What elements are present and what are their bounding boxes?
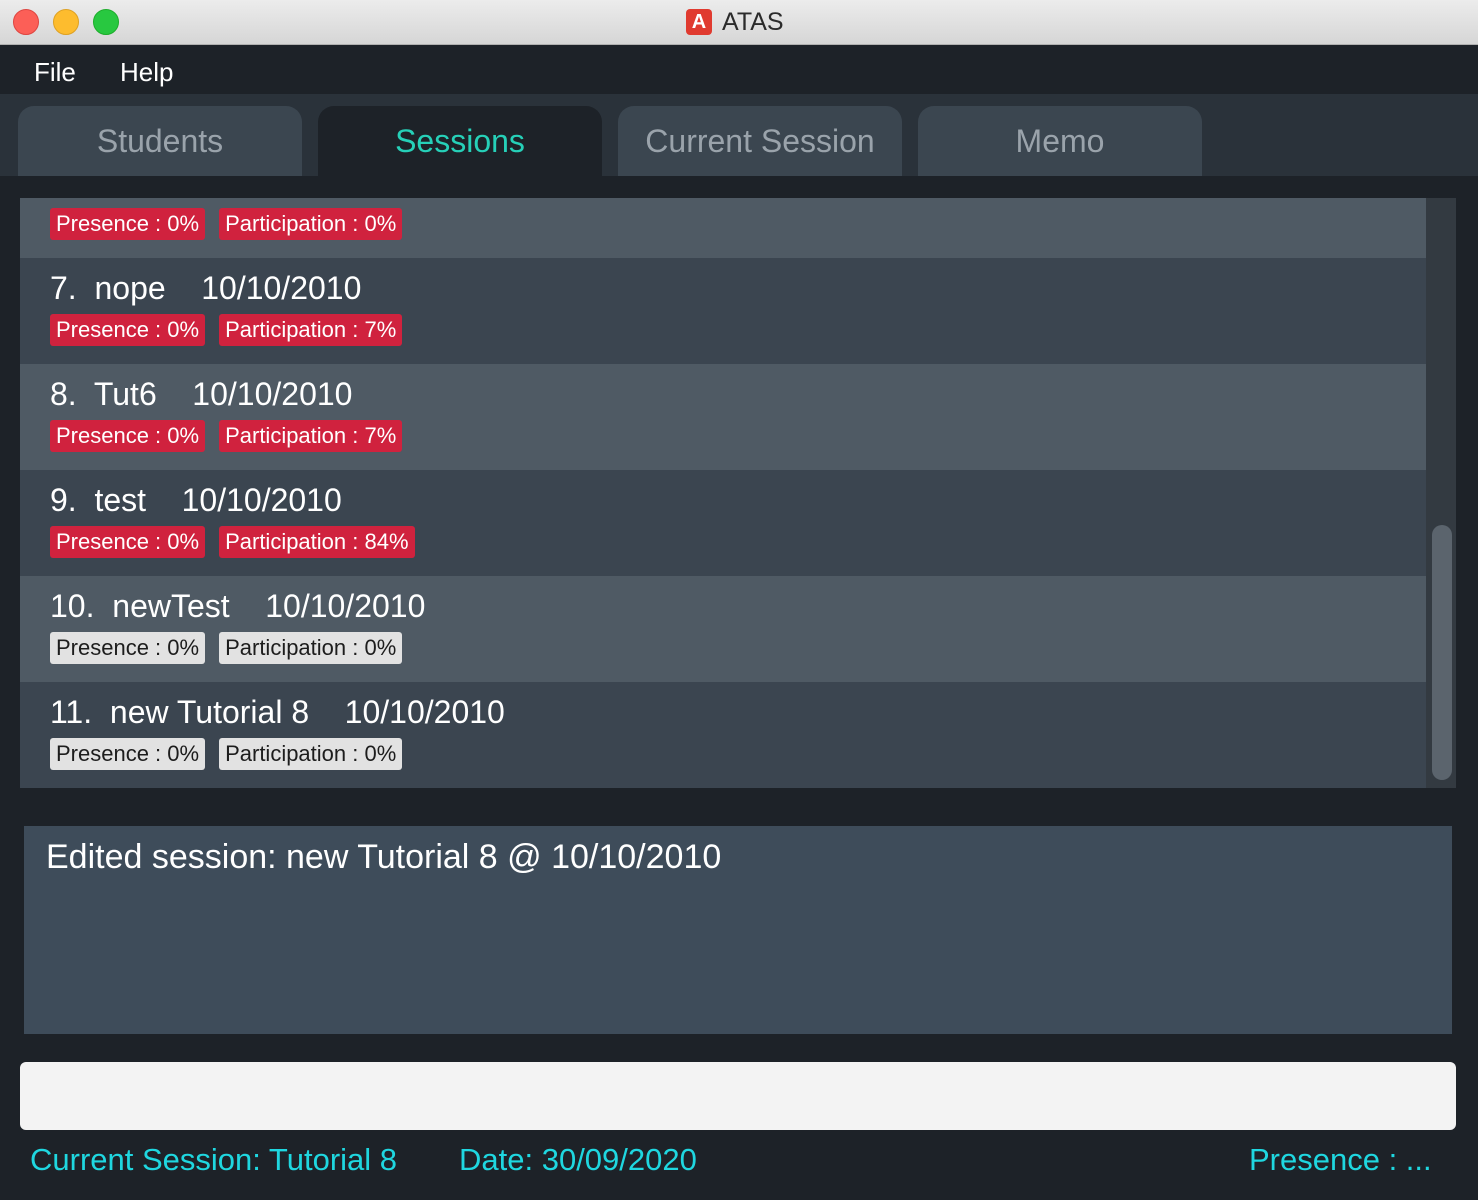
session-tags: Presence : 0% Participation : 84%	[50, 526, 415, 558]
session-tags: Presence : 0% Participation : 7%	[50, 420, 403, 452]
session-title: 9. test 10/10/2010	[50, 482, 342, 518]
session-row[interactable]: 9. test 10/10/2010 Presence : 0% Partici…	[20, 470, 1426, 576]
session-title: 10. newTest 10/10/2010	[50, 588, 426, 624]
session-row[interactable]: 10. newTest 10/10/2010 Presence : 0% Par…	[20, 576, 1426, 682]
menu-help[interactable]: Help	[120, 57, 173, 88]
window-edge	[1478, 0, 1482, 1200]
app-logo-icon: A	[686, 9, 712, 35]
session-row[interactable]: 8. Tut6 10/10/2010 Presence : 0% Partici…	[20, 364, 1426, 470]
menu-bar: File Help	[0, 45, 1478, 95]
maximize-window-button[interactable]	[93, 9, 119, 35]
presence-tag: Presence : 0%	[50, 632, 206, 664]
session-tags: Presence : 0% Participation : 0%	[50, 632, 403, 664]
tab-sessions[interactable]: Sessions	[318, 106, 602, 176]
session-row[interactable]: 11. new Tutorial 8 10/10/2010 Presence :…	[20, 682, 1426, 788]
participation-tag: Participation : 0%	[219, 632, 403, 664]
tab-bar: Students Sessions Current Session Memo	[0, 94, 1478, 176]
tab-students[interactable]: Students	[18, 106, 302, 176]
presence-tag: Presence : 0%	[50, 208, 206, 240]
session-title: 7. nope 10/10/2010	[50, 270, 362, 306]
participation-tag: Participation : 0%	[219, 738, 403, 770]
result-display: Edited session: new Tutorial 8 @ 10/10/2…	[24, 826, 1452, 1034]
minimize-window-button[interactable]	[53, 9, 79, 35]
participation-tag: Participation : 84%	[219, 526, 415, 558]
menu-file[interactable]: File	[34, 57, 76, 88]
list-scrollbar-thumb[interactable]	[1432, 525, 1452, 780]
close-window-button[interactable]	[13, 9, 39, 35]
session-row[interactable]: Presence : 0% Participation : 0%	[20, 198, 1426, 258]
session-row[interactable]: 7. nope 10/10/2010 Presence : 0% Partici…	[20, 258, 1426, 364]
title-bar: A ATAS	[0, 0, 1478, 45]
session-tags: Presence : 0% Participation : 0%	[50, 208, 403, 240]
presence-tag: Presence : 0%	[50, 738, 206, 770]
session-title: 11. new Tutorial 8 10/10/2010	[50, 694, 505, 730]
session-tags: Presence : 0% Participation : 7%	[50, 314, 403, 346]
session-tags: Presence : 0% Participation : 0%	[50, 738, 403, 770]
window-title: A ATAS	[686, 8, 784, 36]
command-input[interactable]	[20, 1062, 1456, 1130]
tab-memo[interactable]: Memo	[918, 106, 1202, 176]
tab-current-session[interactable]: Current Session	[618, 106, 902, 176]
session-title: 8. Tut6 10/10/2010	[50, 376, 353, 412]
participation-tag: Participation : 0%	[219, 208, 403, 240]
presence-tag: Presence : 0%	[50, 420, 206, 452]
status-current-session: Current Session: Tutorial 8	[30, 1142, 398, 1177]
presence-tag: Presence : 0%	[50, 314, 206, 346]
window-title-text: ATAS	[722, 7, 784, 36]
status-date: Date: 30/09/2020	[459, 1142, 697, 1177]
result-message: Edited session: new Tutorial 8 @ 10/10/2…	[46, 838, 722, 876]
status-presence: Presence : ...	[1249, 1142, 1432, 1177]
participation-tag: Participation : 7%	[219, 420, 403, 452]
session-list[interactable]: Presence : 0% Participation : 0% 7. nope…	[20, 198, 1426, 788]
presence-tag: Presence : 0%	[50, 526, 206, 558]
participation-tag: Participation : 7%	[219, 314, 403, 346]
